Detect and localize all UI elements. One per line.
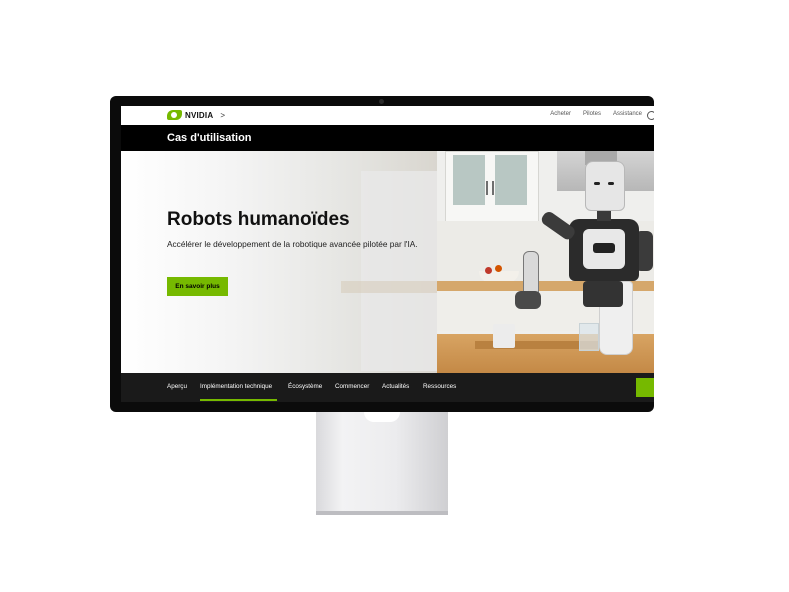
section-bar: Cas d'utilisation [121, 125, 654, 151]
stand-cable-hole [364, 412, 400, 422]
section-title: Cas d'utilisation [167, 132, 252, 144]
sub-nav-tabs: Aperçu Implémentation technique Écosystè… [121, 373, 654, 402]
mug [493, 324, 515, 348]
cabinet-handle [486, 181, 488, 195]
nvidia-eye-icon [167, 110, 182, 120]
apple [495, 265, 502, 272]
tab-actualites[interactable]: Actualités [382, 383, 409, 390]
screen: NVIDIA > Acheter Pilotes Assistance Cas … [121, 106, 654, 402]
chevron-right-icon[interactable]: > [220, 111, 225, 120]
hero-robot-kitchen-image [437, 151, 654, 373]
robot-left-hand [515, 291, 541, 309]
brand-name: NVIDIA [185, 110, 214, 120]
top-nav: NVIDIA > Acheter Pilotes Assistance [121, 106, 654, 125]
tab-ressources[interactable]: Ressources [423, 383, 456, 390]
hero-title: Robots humanoïdes [167, 209, 350, 230]
nav-link-acheter[interactable]: Acheter [550, 111, 571, 117]
monitor-stand-foot [316, 511, 448, 515]
nav-link-assistance[interactable]: Assistance [613, 111, 642, 117]
hero-text-area: Robots humanoïdes Accélérer le développe… [121, 151, 441, 373]
monitor-frame: NVIDIA > Acheter Pilotes Assistance Cas … [110, 96, 654, 412]
cabinet-handle [492, 181, 494, 195]
robot-eye [608, 182, 614, 185]
monitor-stand [316, 412, 448, 512]
apple [485, 267, 492, 274]
learn-more-button[interactable]: En savoir plus [167, 277, 228, 296]
robot-head [585, 161, 625, 211]
cabinet-glass [495, 155, 527, 205]
drinking-glass [579, 323, 599, 351]
globe-icon[interactable] [647, 111, 654, 120]
robot-eye [594, 182, 600, 185]
camera-icon [379, 99, 384, 104]
robot-chest-panel [593, 243, 615, 253]
nav-link-pilotes[interactable]: Pilotes [583, 111, 601, 117]
nav-links: Acheter Pilotes Assistance [550, 111, 642, 117]
cabinet-glass [453, 155, 485, 205]
active-tab-indicator [200, 399, 277, 401]
tab-bar-cta-button[interactable] [636, 378, 654, 397]
hero-background-blur [361, 171, 441, 371]
nvidia-logo[interactable]: NVIDIA > [167, 110, 225, 120]
hero-background-counter [341, 281, 441, 293]
tab-apercu[interactable]: Aperçu [167, 383, 187, 390]
hero-banner: Robots humanoïdes Accélérer le développe… [121, 151, 654, 373]
tab-ecosysteme[interactable]: Écosystème [288, 383, 322, 390]
robot-pelvis [583, 281, 623, 307]
tab-implementation-technique[interactable]: Implémentation technique [200, 383, 272, 390]
tab-commencer[interactable]: Commencer [335, 383, 369, 390]
hero-subtitle: Accélérer le développement de la robotiq… [167, 239, 418, 249]
